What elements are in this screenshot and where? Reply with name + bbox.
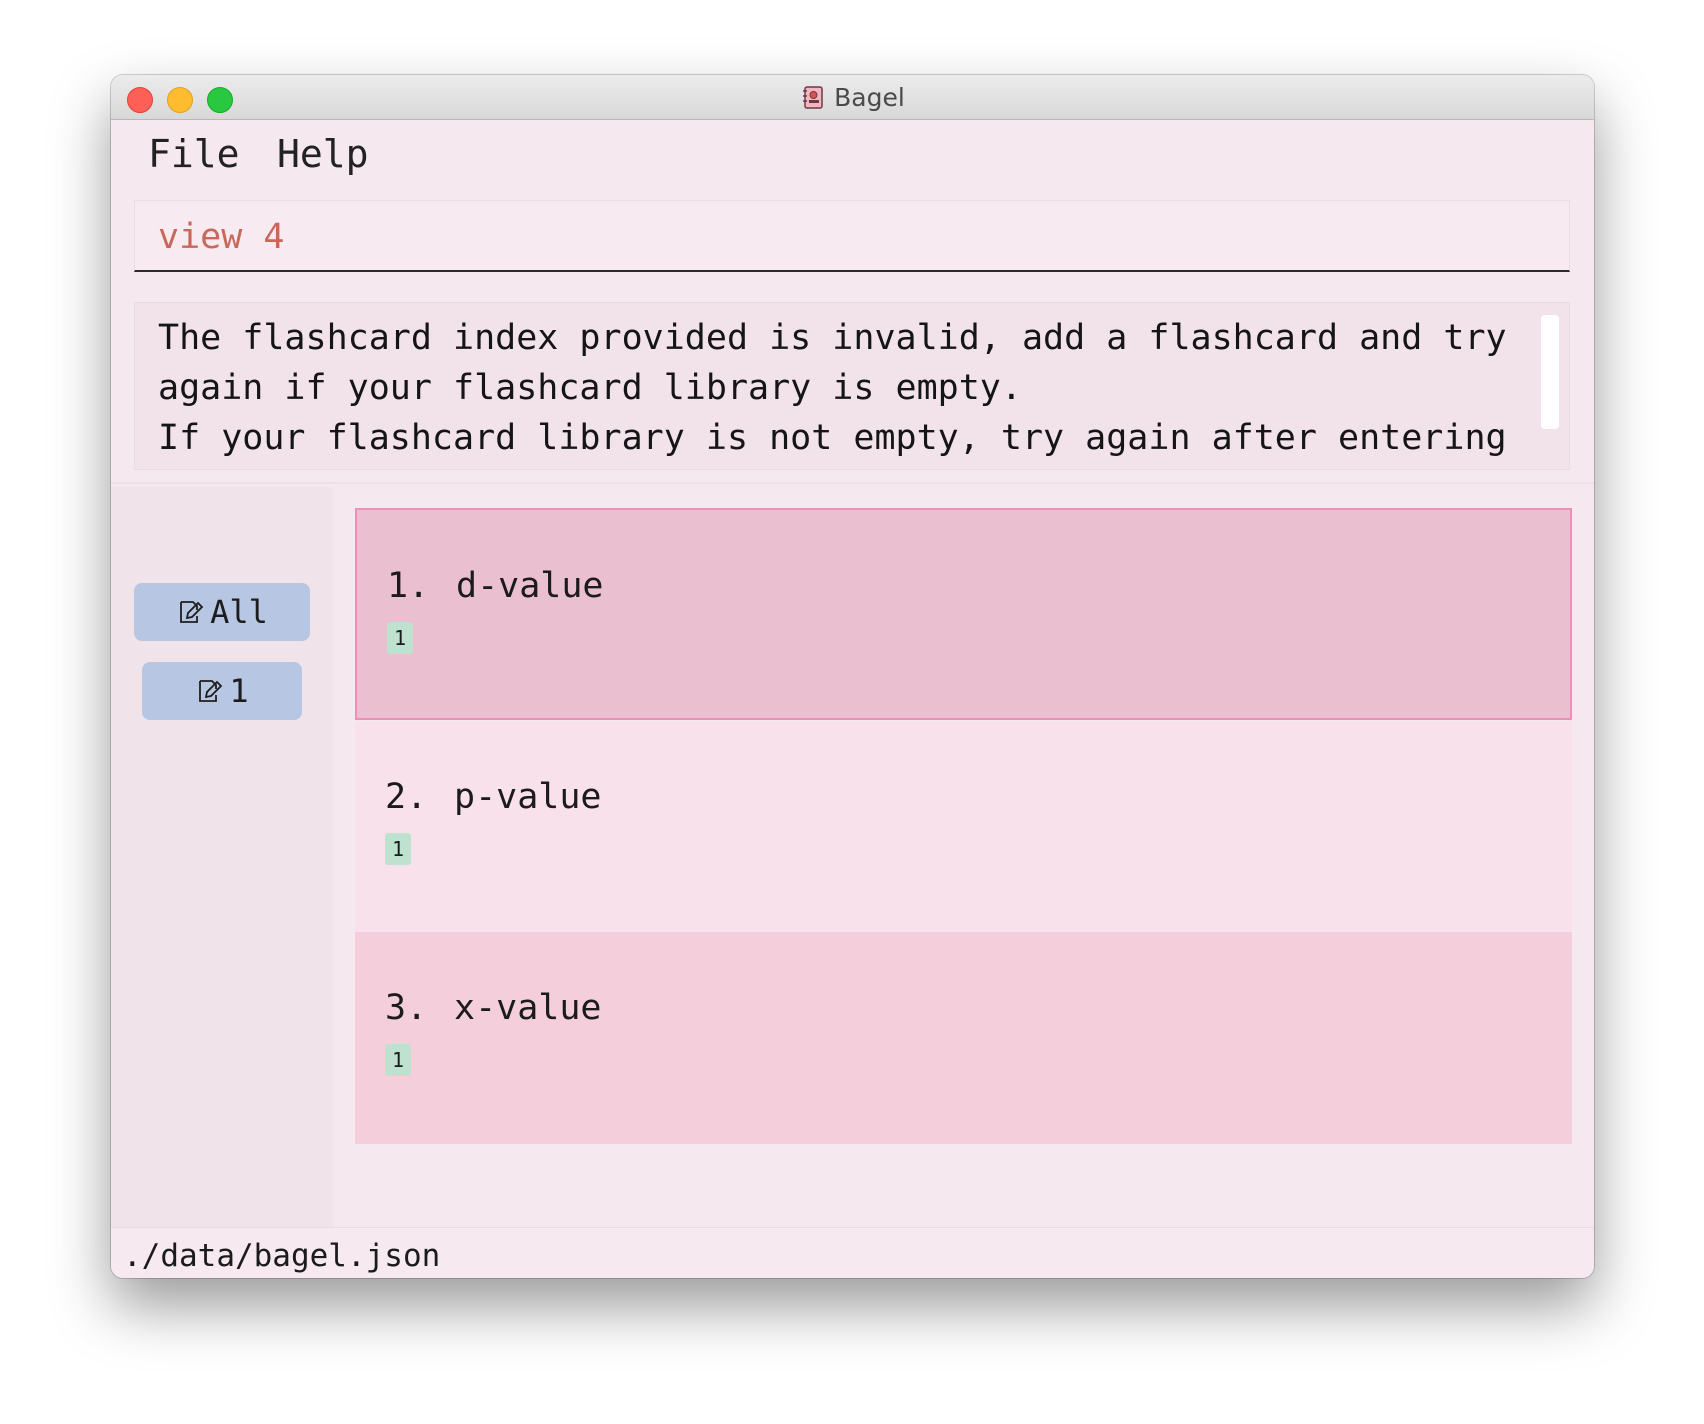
result-scrollbar[interactable]	[1541, 315, 1559, 429]
flashcard-title: p-value	[454, 777, 602, 817]
flashcard-index: 2.	[385, 777, 428, 817]
edit-icon	[199, 680, 223, 702]
window-title-text: Bagel	[834, 82, 905, 112]
flashcard-index: 1.	[387, 566, 430, 606]
flashcard-tag-badge: 1	[387, 622, 413, 654]
result-display: The flashcard index provided is invalid,…	[134, 302, 1570, 470]
command-input[interactable]: view 4	[134, 200, 1570, 272]
flashcard-title: x-value	[454, 988, 602, 1028]
notebook-icon	[803, 86, 823, 109]
flashcard-index: 3.	[385, 988, 428, 1028]
tag-sidebar: All 1	[111, 487, 333, 1227]
tag-button-all-label: All	[210, 593, 268, 631]
menu-bar: File Help	[111, 120, 1594, 185]
flashcard-item[interactable]: 1. d-value 1	[355, 508, 1572, 720]
divider	[111, 482, 1594, 484]
menu-file[interactable]: File	[148, 132, 240, 177]
title-bar: Bagel	[111, 75, 1594, 120]
app-window: Bagel File Help view 4 The flashcard ind…	[111, 75, 1594, 1278]
tag-button-1-label: 1	[229, 672, 249, 710]
flashcard-item[interactable]: 2. p-value 1	[355, 721, 1572, 933]
flashcard-item[interactable]: 3. x-value 1	[355, 932, 1572, 1144]
command-text[interactable]: view 4	[158, 217, 284, 257]
tag-button-all[interactable]: All	[134, 583, 310, 641]
flashcard-tag-badge: 1	[385, 833, 411, 865]
status-bar: ./data/bagel.json	[111, 1227, 1594, 1278]
edit-icon	[180, 601, 204, 623]
tag-button-1[interactable]: 1	[142, 662, 302, 720]
window-title: Bagel	[111, 75, 1594, 119]
flashcard-tag-badge: 1	[385, 1044, 411, 1076]
flashcard-title: d-value	[456, 566, 604, 606]
result-message: The flashcard index provided is invalid,…	[158, 318, 1507, 458]
status-file-path: ./data/bagel.json	[123, 1238, 441, 1274]
menu-help[interactable]: Help	[277, 132, 369, 177]
